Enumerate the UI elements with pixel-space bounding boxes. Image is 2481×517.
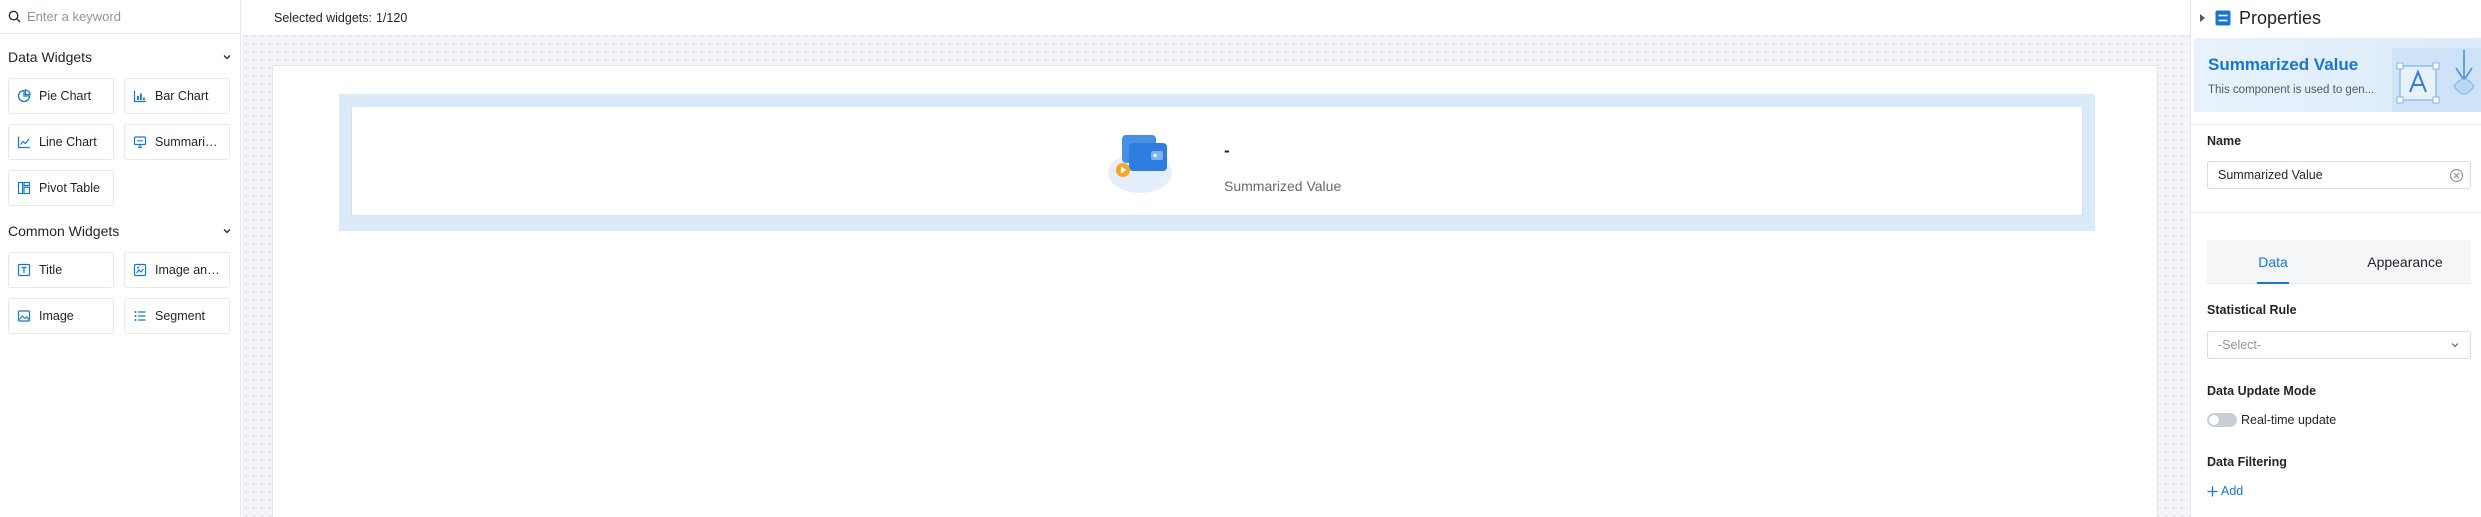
widget-label: Segment (155, 309, 206, 323)
add-filter-button[interactable]: Add (2207, 484, 2243, 498)
plus-icon (2207, 486, 2218, 496)
widget-label: Bar Chart (155, 89, 209, 103)
widget-library-panel: Data Widgets Pie Chart Bar Chart Line Ch… (0, 0, 241, 517)
pivot-table-icon (17, 181, 31, 195)
widget-line-chart[interactable]: Line Chart (8, 124, 114, 160)
real-time-update-label: Real-time update (2241, 413, 2337, 427)
list-icon (134, 311, 146, 321)
group-title: Common Widgets (8, 223, 120, 239)
divider (2191, 212, 2481, 213)
real-time-update-row: Real-time update (2207, 413, 2336, 427)
properties-tabs: Data Appearance (2207, 240, 2471, 284)
pie-chart-icon (17, 89, 31, 103)
add-filter-label: Add (2221, 484, 2244, 498)
divider (2191, 124, 2481, 125)
widget-pivot-table[interactable]: Pivot Table (8, 170, 114, 206)
widget-summarized-value[interactable]: Summariz... (124, 124, 230, 160)
widget-selection-frame[interactable]: - Summarized Value (339, 94, 2095, 231)
data-filtering-label: Data Filtering (2207, 455, 2287, 469)
real-time-update-toggle[interactable] (2207, 413, 2237, 427)
design-canvas: Selected widgets: 1/120 - Summarized Val… (242, 0, 2190, 517)
tab-appearance[interactable]: Appearance (2339, 240, 2471, 283)
group-title: Data Widgets (8, 49, 93, 65)
chevron-down-icon (223, 55, 231, 60)
data-update-mode-label: Data Update Mode (2207, 384, 2317, 398)
name-field-value: Summarized Value (2218, 168, 2323, 182)
search-input[interactable] (27, 9, 227, 24)
widget-image-and-text[interactable]: Image and... (124, 252, 230, 288)
title-icon (17, 263, 31, 277)
widget-label: Title (39, 263, 63, 277)
group-header-data-widgets[interactable]: Data Widgets (0, 44, 240, 70)
component-title: Summarized Value (2208, 55, 2359, 74)
widget-label: Line Chart (39, 135, 97, 149)
widget-label: Pie Chart (39, 89, 92, 103)
component-description: This component is used to gen... (2208, 84, 2375, 96)
component-banner: Summarized Value This component is used … (2194, 38, 2481, 112)
search-bar (0, 0, 240, 34)
statistical-rule-label: Statistical Rule (2207, 303, 2297, 317)
wallet-icon (1108, 135, 1172, 193)
selected-widgets-count: 1/120 (375, 10, 408, 25)
select-placeholder: -Select- (2218, 338, 2262, 352)
name-label: Name (2207, 134, 2242, 148)
widget-label: Image and... (155, 263, 221, 277)
widget-label: Summariz... (155, 135, 221, 149)
collapse-arrow-icon[interactable] (2199, 13, 2207, 23)
summarized-value-widget[interactable]: - Summarized Value (351, 106, 2083, 216)
chevron-down-icon (2451, 343, 2459, 348)
monitor-icon (133, 136, 147, 148)
summarized-value-label: Summarized Value (1224, 178, 1342, 194)
image-text-icon (133, 263, 147, 277)
name-field[interactable]: Summarized Value (2207, 161, 2471, 189)
widget-label: Pivot Table (39, 181, 100, 195)
properties-panel: Properties Summarized Value This compone… (2190, 0, 2481, 517)
properties-header: Properties (2191, 0, 2481, 36)
data-widgets-grid: Pie Chart Bar Chart Line Chart Summariz.… (0, 70, 240, 212)
summarized-value-number: - (1224, 141, 1230, 160)
widget-title[interactable]: Title (8, 252, 114, 288)
tab-data[interactable]: Data (2207, 240, 2339, 284)
widget-image[interactable]: Image (8, 298, 114, 334)
common-widgets-grid: Title Image and... Image Segment (0, 244, 240, 340)
canvas-page[interactable]: - Summarized Value (272, 65, 2158, 517)
properties-icon (2215, 10, 2231, 26)
clear-icon[interactable] (2449, 168, 2464, 183)
bar-chart-icon (133, 90, 146, 103)
chevron-down-icon (223, 229, 231, 234)
properties-title: Properties (2239, 7, 2322, 28)
line-chart-icon (17, 136, 30, 149)
widget-bar-chart[interactable]: Bar Chart (124, 78, 230, 114)
selected-widgets-label: Selected widgets: (274, 10, 372, 25)
widget-segment[interactable]: Segment (124, 298, 230, 334)
text-art-icon (2392, 48, 2481, 112)
group-header-common-widgets[interactable]: Common Widgets (0, 218, 240, 244)
widget-pie-chart[interactable]: Pie Chart (8, 78, 114, 114)
image-icon (17, 310, 31, 322)
widget-label: Image (39, 309, 74, 323)
search-icon (8, 10, 21, 23)
canvas-toolbar: Selected widgets: 1/120 (242, 0, 2190, 36)
statistical-rule-select[interactable]: -Select- (2207, 331, 2471, 359)
